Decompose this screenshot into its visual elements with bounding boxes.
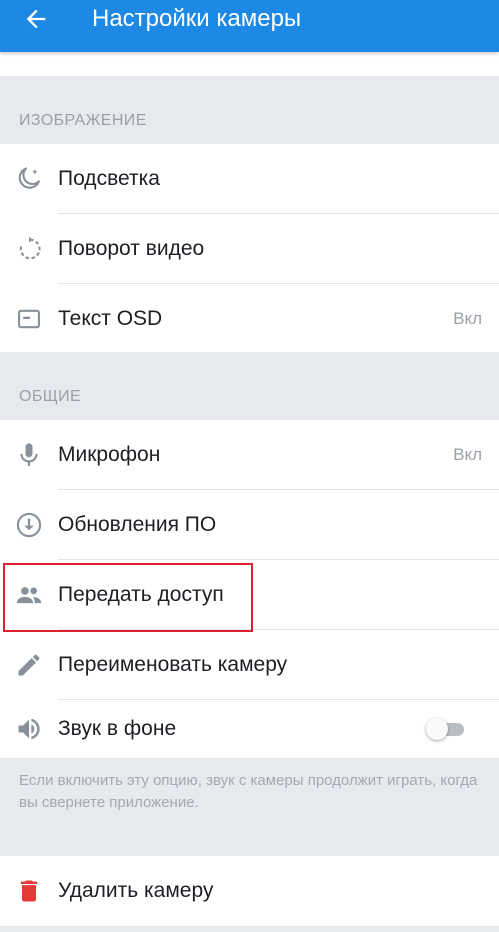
pencil-icon (18, 654, 40, 676)
settings-item-label: Переименовать камеру (58, 653, 288, 676)
trash-icon (20, 880, 38, 902)
section-header-image: ИЗОБРАЖЕНИЕ (0, 76, 499, 144)
section-title-general: ОБЩИЕ (19, 388, 82, 405)
settings-item-label: Передать доступ (58, 583, 224, 606)
people-icon (16, 587, 42, 604)
microphone-icon (20, 443, 38, 467)
settings-item-label: Удалить камеру (58, 879, 214, 902)
settings-item-rotate-video[interactable]: Поворот видео (0, 214, 499, 284)
background-sound-hint: Если включить эту опцию, звук с камеры п… (19, 772, 478, 811)
rotate-icon (19, 236, 41, 260)
settings-item-label: Микрофон (58, 443, 161, 466)
settings-item-background-sound[interactable]: Звук в фоне (0, 700, 499, 758)
settings-item-label: Звук в фоне (58, 717, 177, 740)
page-title: Настройки камеры (92, 5, 302, 32)
settings-item-value: Вкл (453, 309, 482, 328)
app-bar: Настройки камеры (0, 0, 499, 52)
settings-item-label: Поворот видео (58, 237, 205, 260)
settings-item-label: Подсветка (58, 167, 160, 190)
settings-item-rename-camera[interactable]: Переименовать камеру (0, 630, 499, 700)
text-osd-icon (18, 309, 40, 329)
settings-item-share-access[interactable]: Передать доступ (0, 560, 499, 630)
settings-item-label: Обновления ПО (58, 513, 217, 536)
settings-item-backlight[interactable]: Подсветка (0, 144, 499, 214)
section-header-general: ОБЩИЕ (0, 352, 499, 420)
toggle-thumb (426, 718, 448, 740)
settings-item-label: Текст OSD (58, 307, 163, 330)
background-sound-toggle[interactable] (426, 718, 466, 740)
download-circle-icon (16, 512, 42, 538)
settings-item-text-osd[interactable]: Текст OSD Вкл (0, 284, 499, 354)
settings-item-microphone[interactable]: Микрофон Вкл (0, 420, 499, 490)
settings-item-firmware-update[interactable]: Обновления ПО (0, 490, 499, 560)
night-mode-icon (18, 167, 40, 189)
speaker-icon (18, 718, 40, 740)
settings-item-delete-camera[interactable]: Удалить камеру (0, 856, 499, 926)
arrow-back-icon[interactable] (22, 5, 50, 33)
clipped-list-item (0, 52, 499, 76)
section-title-image: ИЗОБРАЖЕНИЕ (19, 112, 147, 129)
settings-item-value: Вкл (453, 445, 482, 464)
